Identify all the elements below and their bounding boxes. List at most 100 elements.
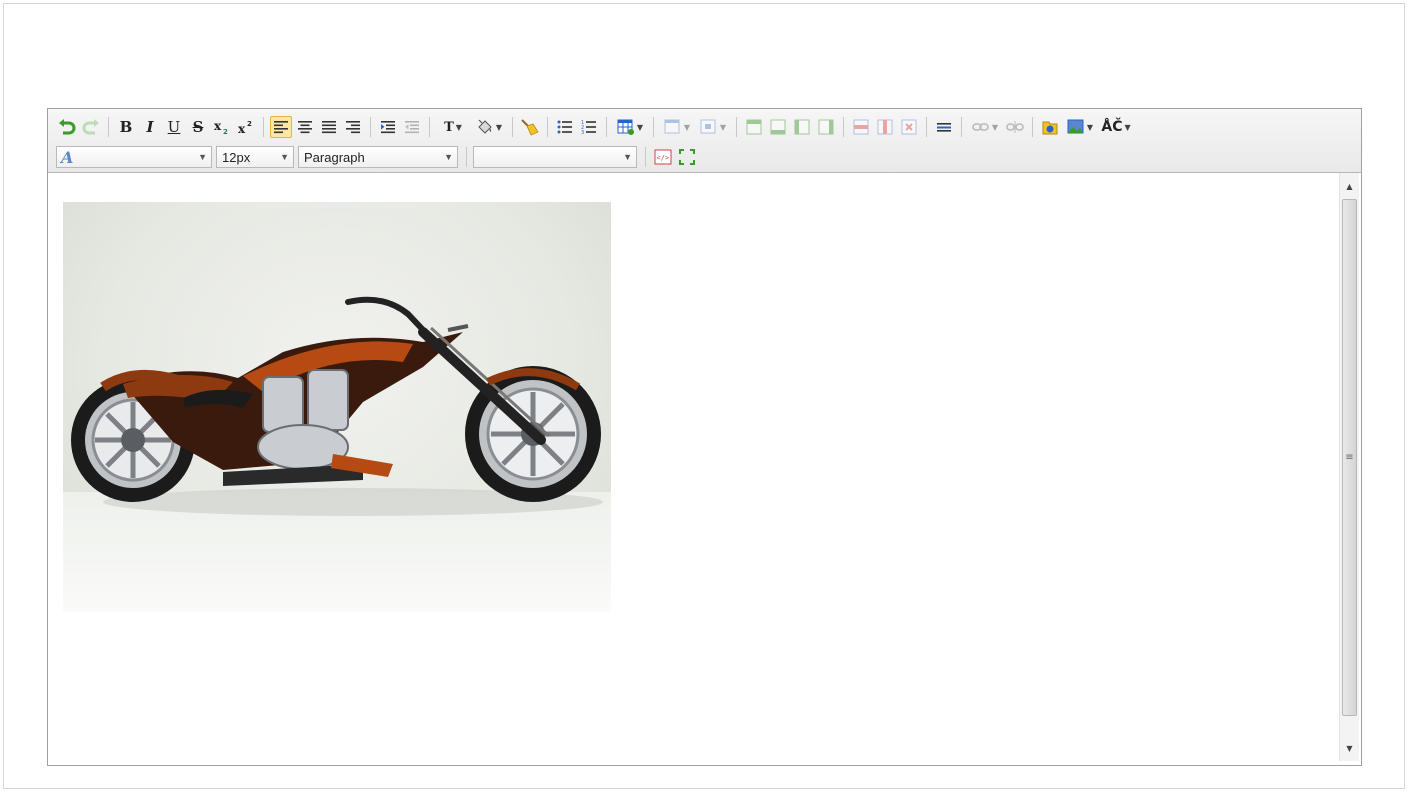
- toolbar-separator: [736, 117, 737, 137]
- align-justify-button[interactable]: [318, 116, 340, 138]
- font-size-select[interactable]: 12px ▼: [216, 146, 294, 168]
- toolbar-separator: [606, 117, 607, 137]
- subscript-icon: x2: [214, 119, 228, 135]
- dropdown-arrow-icon: ▼: [683, 122, 691, 132]
- align-center-button[interactable]: [294, 116, 316, 138]
- align-left-button[interactable]: [270, 116, 292, 138]
- delete-column-button[interactable]: [874, 116, 896, 138]
- scroll-down-arrow-icon[interactable]: ▼: [1340, 738, 1359, 758]
- superscript-button[interactable]: x2: [235, 116, 257, 138]
- subscript-button[interactable]: x2: [211, 116, 233, 138]
- text-color-button[interactable]: T ▼: [436, 116, 470, 138]
- dropdown-arrow-icon: ▼: [495, 122, 503, 132]
- svg-text:x: x: [214, 119, 222, 133]
- toolbar-separator: [512, 117, 513, 137]
- toolbar-separator: [466, 147, 467, 167]
- undo-button[interactable]: [56, 116, 78, 138]
- insert-row-above-button[interactable]: [743, 116, 765, 138]
- background-color-button[interactable]: ▼: [472, 116, 506, 138]
- image-manager-button[interactable]: [1039, 116, 1061, 138]
- superscript-icon: x2: [238, 120, 252, 135]
- scroll-up-arrow-icon[interactable]: ▲: [1340, 176, 1359, 196]
- numbered-list-button[interactable]: 123: [578, 116, 600, 138]
- svg-text:3: 3: [581, 130, 584, 134]
- align-right-icon: [346, 121, 360, 134]
- toolbar-row-2: A ▼ 12px ▼ Paragraph ▼ ▼ </>: [56, 144, 700, 170]
- unlink-icon: [1006, 121, 1024, 133]
- toolbar-separator: [429, 117, 430, 137]
- insert-row-below-button[interactable]: [767, 116, 789, 138]
- indent-button[interactable]: [377, 116, 399, 138]
- editor-toolbar: B I U S x2 x2 T ▼ ▼ 1 2 3 ▼ ▼ ▼ ▼ ▼ ÅČ ▼…: [48, 109, 1361, 173]
- table-properties-button[interactable]: ▼: [660, 116, 694, 138]
- image-manager-icon: [1042, 121, 1058, 135]
- fullscreen-button[interactable]: [676, 146, 698, 168]
- svg-text:2: 2: [223, 128, 228, 135]
- toolbar-separator: [547, 117, 548, 137]
- clean-formatting-button[interactable]: [519, 116, 541, 138]
- css-class-select[interactable]: ▼: [473, 146, 637, 168]
- motorcycle-image[interactable]: [63, 202, 611, 612]
- spellcheck-button[interactable]: ÅČ ▼: [1099, 116, 1133, 138]
- html-view-button[interactable]: </>: [652, 146, 674, 168]
- link-icon: [972, 123, 989, 131]
- delete-column-icon: [877, 119, 893, 135]
- broom-icon: [521, 119, 539, 136]
- toolbar-separator: [961, 117, 962, 137]
- insert-link-button[interactable]: ▼: [968, 116, 1002, 138]
- dropdown-arrow-icon: ▼: [719, 122, 727, 132]
- redo-icon: [82, 119, 99, 135]
- strikethrough-button[interactable]: S: [187, 116, 209, 138]
- insert-column-right-button[interactable]: [815, 116, 837, 138]
- cell-properties-icon: [700, 119, 716, 134]
- align-right-button[interactable]: [342, 116, 364, 138]
- scroll-thumb[interactable]: ≡: [1342, 199, 1357, 716]
- dropdown-arrow-icon: ▼: [1086, 122, 1094, 132]
- insert-column-left-button[interactable]: [791, 116, 813, 138]
- outdent-button[interactable]: [401, 116, 423, 138]
- cell-properties-button[interactable]: ▼: [696, 116, 730, 138]
- toolbar-separator: [108, 117, 109, 137]
- dropdown-arrow-icon: ▼: [991, 122, 999, 132]
- align-left-icon: [274, 121, 288, 134]
- image-icon: [1067, 119, 1084, 134]
- dropdown-arrow-icon: ▼: [280, 152, 289, 162]
- insert-column-left-icon: [794, 119, 810, 135]
- delete-table-button[interactable]: [898, 116, 920, 138]
- italic-button[interactable]: I: [139, 116, 161, 138]
- align-center-icon: [298, 121, 312, 134]
- table-properties-icon: [664, 119, 680, 134]
- toolbar-separator: [1032, 117, 1033, 137]
- insert-table-button[interactable]: ▼: [613, 116, 647, 138]
- strikethrough-icon: S: [192, 117, 204, 136]
- insert-row-above-icon: [746, 119, 762, 135]
- vertical-scrollbar[interactable]: ▲ ≡ ▼: [1339, 173, 1359, 761]
- bulleted-list-icon: [557, 120, 572, 134]
- redo-button[interactable]: [80, 116, 102, 138]
- delete-table-icon: [901, 119, 917, 135]
- bold-icon: B: [119, 117, 133, 136]
- delete-row-icon: [853, 119, 869, 135]
- bold-button[interactable]: B: [115, 116, 137, 138]
- rich-text-editor: B I U S x2 x2 T ▼ ▼ 1 2 3 ▼ ▼ ▼ ▼ ▼ ÅČ ▼…: [47, 108, 1362, 766]
- dropdown-arrow-icon: ▼: [623, 152, 632, 162]
- paragraph-format-select[interactable]: Paragraph ▼: [298, 146, 458, 168]
- underline-button[interactable]: U: [163, 116, 185, 138]
- delete-row-button[interactable]: [850, 116, 872, 138]
- svg-text:2: 2: [247, 120, 252, 128]
- bulleted-list-button[interactable]: [554, 116, 576, 138]
- dropdown-arrow-icon: ▼: [444, 152, 453, 162]
- dropdown-arrow-icon: ▼: [455, 122, 462, 132]
- dropdown-arrow-icon: ▼: [636, 122, 644, 132]
- dropdown-arrow-icon: ▼: [198, 152, 207, 162]
- horizontal-rule-button[interactable]: [933, 116, 955, 138]
- svg-text:</>: </>: [657, 154, 670, 162]
- font-family-select[interactable]: A ▼: [56, 146, 212, 168]
- fullscreen-icon: [679, 149, 695, 165]
- insert-image-button[interactable]: ▼: [1063, 116, 1097, 138]
- toolbar-separator: [370, 117, 371, 137]
- unlink-button[interactable]: [1004, 116, 1026, 138]
- editor-content-area[interactable]: [50, 173, 1333, 761]
- motorcycle-illustration: [71, 296, 603, 516]
- paragraph-format-value: Paragraph: [304, 149, 365, 165]
